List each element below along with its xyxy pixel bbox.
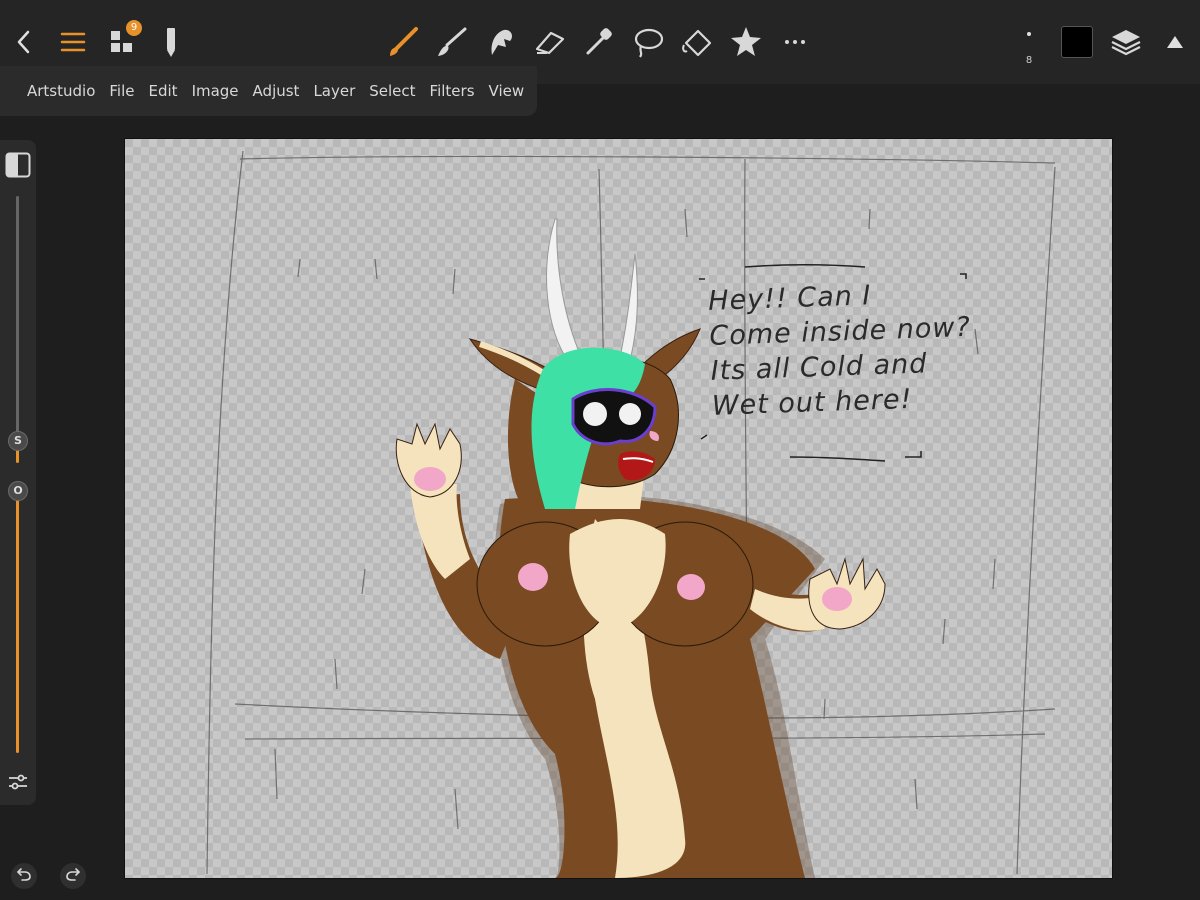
blender-tool-button[interactable] [479,20,523,64]
size-slider-track[interactable] [16,196,19,441]
lasso-tool-button[interactable] [626,20,670,64]
brush-icon [386,25,420,59]
layers-button[interactable] [1104,20,1148,64]
smudge-tool-button[interactable] [430,20,474,64]
artwork [206,150,1056,878]
menu-bar: Artstudio File Edit Image Adjust Layer S… [0,66,537,116]
size-slider-knob[interactable]: S [8,431,28,451]
eraser-icon [533,25,567,59]
triangle-up-icon [1166,35,1184,49]
opacity-slider-knob[interactable]: O [8,481,28,501]
undo-icon [16,866,32,886]
menu-artstudio[interactable]: Artstudio [20,82,102,100]
pencil-icon [164,26,178,58]
drawing-canvas[interactable]: Hey!! Can I Come inside now? Its all Col… [124,138,1113,879]
hamburger-menu-icon [60,31,86,53]
menu-edit[interactable]: Edit [142,82,185,100]
menu-layer[interactable]: Layer [306,82,362,100]
blender-icon [484,25,518,59]
gallery-badge: 9 [126,20,142,36]
back-button[interactable] [2,20,46,64]
sliders-icon [7,774,29,797]
chevron-left-icon [14,28,34,56]
split-view-icon [5,152,31,182]
menu-file[interactable]: File [102,82,141,100]
undo-button[interactable] [11,863,37,889]
menu-select[interactable]: Select [362,82,422,100]
brush-tool-button[interactable] [381,20,425,64]
redo-button[interactable] [60,863,86,889]
gallery-button[interactable]: 9 [100,20,144,64]
fill-tool-button[interactable] [675,20,719,64]
redo-icon [65,866,81,886]
more-icon [783,38,807,46]
split-view-button[interactable] [5,152,31,178]
more-tools-button[interactable] [773,20,817,64]
menu-filters[interactable]: Filters [423,82,482,100]
favorites-button[interactable] [724,20,768,64]
opacity-slider-track[interactable] [16,491,19,753]
layers-icon [1109,27,1143,57]
eraser-tool-button[interactable] [528,20,572,64]
smudge-icon [435,25,469,59]
brush-settings-panel: S O [0,140,36,805]
menu-adjust[interactable]: Adjust [246,82,307,100]
menu-image[interactable]: Image [185,82,246,100]
menu-view[interactable]: View [482,82,532,100]
fill-icon [680,25,714,59]
brush-settings-button[interactable] [7,771,29,793]
speech-bubble-text: Hey!! Can I Come inside now? Its all Col… [707,280,972,422]
color-picker-swatch[interactable] [1061,26,1093,58]
eyedropper-icon [582,25,616,59]
eyedropper-tool-button[interactable] [577,20,621,64]
menu-button[interactable] [51,20,95,64]
lasso-icon [631,25,665,59]
pencil-tool-button[interactable] [149,20,193,64]
brush-size-value: 8 [1025,55,1033,66]
star-icon [729,25,763,59]
collapse-toolbar-button[interactable] [1153,20,1197,64]
